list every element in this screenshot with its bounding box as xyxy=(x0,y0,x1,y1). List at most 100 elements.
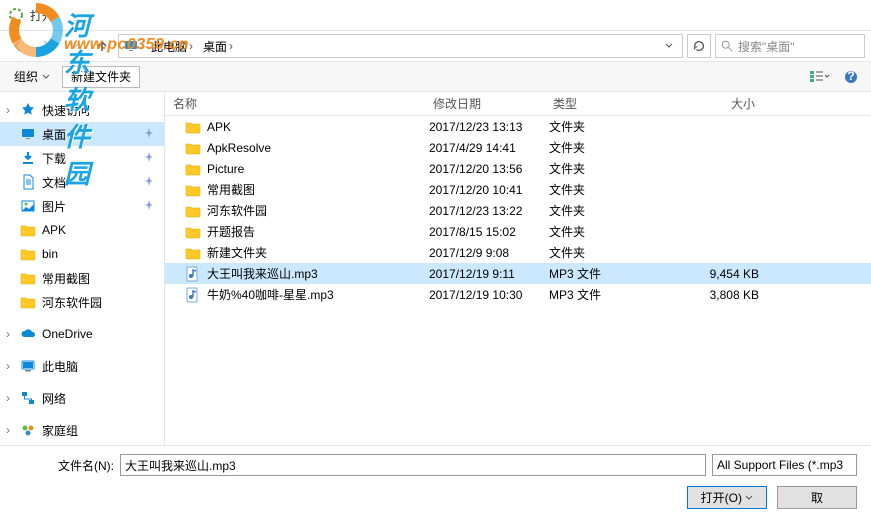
file-row[interactable]: APK2017/12/23 13:13文件夹 xyxy=(165,116,871,137)
pc-icon xyxy=(20,358,36,374)
file-type: 文件夹 xyxy=(549,139,649,156)
crumb-this-pc[interactable]: 此电脑› xyxy=(147,36,197,56)
sidebar-item-folder[interactable]: APK xyxy=(0,218,164,242)
folder-icon xyxy=(20,270,36,286)
sidebar-item-onedrive[interactable]: › OneDrive xyxy=(0,322,164,346)
svg-text:?: ? xyxy=(847,70,854,83)
sidebar-label: 文档 xyxy=(42,174,66,191)
header-date[interactable]: 修改日期 xyxy=(429,95,549,112)
sidebar-label: 此电脑 xyxy=(42,358,78,375)
expand-icon[interactable]: › xyxy=(6,103,10,117)
open-button[interactable]: 打开(O) xyxy=(687,486,767,509)
file-type-filter[interactable]: All Support Files (*.mp3 xyxy=(712,454,857,476)
file-date: 2017/12/23 13:22 xyxy=(429,204,549,218)
new-folder-button[interactable]: 新建文件夹 xyxy=(62,66,140,88)
desktop-icon xyxy=(20,126,36,142)
sidebar-item-star[interactable]: ›快速访问 xyxy=(0,98,164,122)
file-name: ApkResolve xyxy=(207,141,271,155)
crumb-label: 桌面 xyxy=(203,38,227,55)
sidebar-item-folder[interactable]: bin xyxy=(0,242,164,266)
sidebar-item-folder[interactable]: 河东软件园 xyxy=(0,290,164,314)
mp3-icon xyxy=(185,266,201,282)
file-date: 2017/4/29 14:41 xyxy=(429,141,549,155)
chevron-right-icon: › xyxy=(229,39,233,53)
sidebar-item-picture[interactable]: 图片 xyxy=(0,194,164,218)
expand-icon[interactable]: › xyxy=(6,423,10,437)
file-date: 2017/8/15 15:02 xyxy=(429,225,549,239)
pin-icon xyxy=(144,152,154,162)
file-name-cell: 新建文件夹 xyxy=(169,244,429,261)
header-name[interactable]: 名称 xyxy=(169,95,429,112)
mp3-icon xyxy=(185,287,201,303)
forward-button[interactable] xyxy=(34,34,58,58)
file-row[interactable]: 常用截图2017/12/20 10:41文件夹 xyxy=(165,179,871,200)
file-row[interactable]: 大王叫我来巡山.mp32017/12/19 9:11MP3 文件9,454 KB xyxy=(165,263,871,284)
folder-icon xyxy=(185,224,201,240)
file-name-cell: APK xyxy=(169,119,429,135)
file-row[interactable]: Picture2017/12/20 13:56文件夹 xyxy=(165,158,871,179)
crumb-desktop[interactable]: 桌面› xyxy=(199,36,237,56)
expand-icon[interactable]: › xyxy=(6,327,10,341)
folder-icon xyxy=(185,161,201,177)
footer: 文件名(N): All Support Files (*.mp3 打开(O) 取 xyxy=(0,445,871,519)
forward-icon xyxy=(38,38,54,54)
up-button[interactable] xyxy=(90,34,114,58)
sidebar-item-document[interactable]: 文档 xyxy=(0,170,164,194)
folder-icon xyxy=(20,294,36,310)
sidebar-item-pc[interactable]: › 此电脑 xyxy=(0,354,164,378)
star-icon xyxy=(20,102,36,118)
folder-icon xyxy=(185,245,201,261)
folder-icon xyxy=(185,140,201,156)
toolbar: 组织 新建文件夹 ? xyxy=(0,62,871,92)
onedrive-icon xyxy=(20,326,36,342)
organize-button[interactable]: 组织 xyxy=(6,66,58,88)
file-row[interactable]: 牛奶%40咖啡-星星.mp32017/12/19 10:30MP3 文件3,80… xyxy=(165,284,871,305)
file-name: 牛奶%40咖啡-星星.mp3 xyxy=(207,286,334,303)
recent-button[interactable] xyxy=(62,34,86,58)
header-size[interactable]: 大小 xyxy=(649,95,759,112)
folder-icon xyxy=(185,182,201,198)
file-type: 文件夹 xyxy=(549,244,649,261)
file-name: APK xyxy=(207,120,231,134)
sidebar-item-network[interactable]: ›网络 xyxy=(0,386,164,410)
onedrive-icon xyxy=(20,326,36,342)
help-icon: ? xyxy=(844,70,858,84)
file-row[interactable]: 开题报告2017/8/15 15:02文件夹 xyxy=(165,221,871,242)
file-row[interactable]: 新建文件夹2017/12/9 9:08文件夹 xyxy=(165,242,871,263)
pin-icon xyxy=(144,199,154,213)
file-type: 文件夹 xyxy=(549,181,649,198)
title-bar: 打开 xyxy=(0,0,871,30)
file-name: 新建文件夹 xyxy=(207,244,267,261)
header-type[interactable]: 类型 xyxy=(549,95,649,112)
address-dropdown[interactable] xyxy=(660,35,678,57)
expand-icon[interactable]: › xyxy=(6,359,10,373)
file-name-cell: 河东软件园 xyxy=(169,202,429,219)
sidebar-item-folder[interactable]: 常用截图 xyxy=(0,266,164,290)
file-date: 2017/12/19 10:30 xyxy=(429,288,549,302)
folder-icon xyxy=(20,246,36,262)
expand-icon[interactable]: › xyxy=(6,391,10,405)
list-view-icon xyxy=(809,70,829,84)
network-icon xyxy=(20,390,36,406)
cancel-button[interactable]: 取 xyxy=(777,486,857,509)
crumb-label: 此电脑 xyxy=(151,38,187,55)
sidebar-item-home[interactable]: ›家庭组 xyxy=(0,418,164,442)
file-row[interactable]: 河东软件园2017/12/23 13:22文件夹 xyxy=(165,200,871,221)
organize-label: 组织 xyxy=(14,68,38,85)
refresh-button[interactable] xyxy=(687,34,711,58)
back-button[interactable] xyxy=(6,34,30,58)
sidebar-label: OneDrive xyxy=(42,327,93,341)
file-name-cell: ApkResolve xyxy=(169,140,429,156)
view-options-button[interactable] xyxy=(805,66,833,88)
search-input[interactable]: 搜索"桌面" xyxy=(715,34,865,58)
file-row[interactable]: ApkResolve 2017/4/29 14:41文件夹 xyxy=(165,137,871,158)
file-name: 河东软件园 xyxy=(207,202,267,219)
sidebar-item-download[interactable]: 下载 xyxy=(0,146,164,170)
help-button[interactable]: ? xyxy=(837,66,865,88)
breadcrumb[interactable]: › 此电脑› 桌面› xyxy=(118,34,683,58)
sidebar-item-desktop[interactable]: 桌面 xyxy=(0,122,164,146)
back-icon xyxy=(10,38,26,54)
file-type: MP3 文件 xyxy=(549,286,649,303)
filter-label: All Support Files (*.mp3 xyxy=(717,458,843,472)
filename-input[interactable] xyxy=(120,454,706,476)
